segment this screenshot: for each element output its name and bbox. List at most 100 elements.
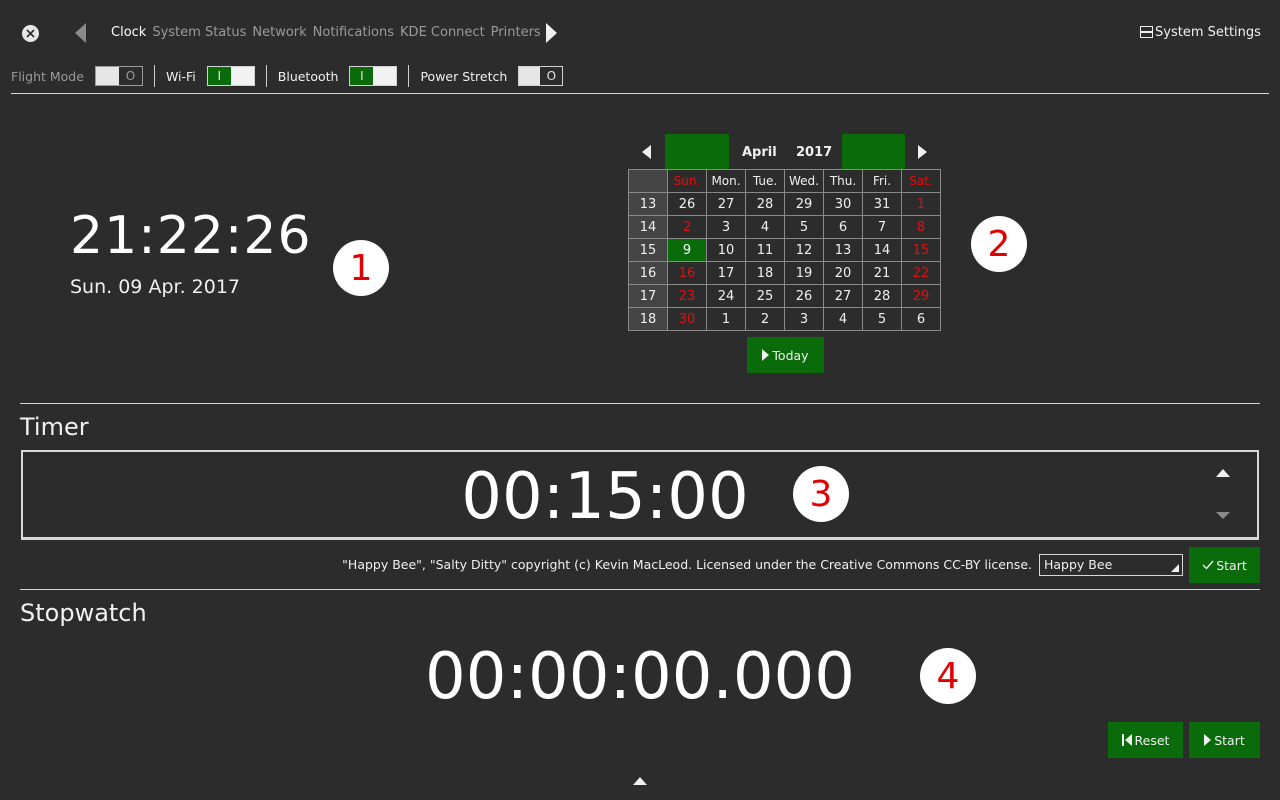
calendar-day[interactable]: 14: [862, 238, 902, 262]
wifi-label: Wi-Fi: [165, 68, 196, 84]
calendar-day[interactable]: 11: [745, 238, 785, 262]
calendar-day[interactable]: 28: [862, 284, 902, 308]
tab-system-status[interactable]: System Status: [152, 25, 246, 40]
tab-notifications[interactable]: Notifications: [313, 25, 394, 40]
calendar-day[interactable]: 4: [823, 307, 863, 331]
song-select[interactable]: Happy Bee: [1039, 554, 1183, 576]
stopwatch-divider: [20, 589, 1260, 590]
calendar-day[interactable]: 21: [862, 261, 902, 285]
tab-kde-connect[interactable]: KDE Connect: [400, 25, 485, 40]
timer-start-label: Start: [1216, 557, 1247, 573]
calendar-day[interactable]: 2: [667, 215, 707, 239]
weekday-mon: Mon.: [706, 169, 746, 193]
calendar-day[interactable]: 29: [901, 284, 941, 308]
next-month-icon[interactable]: [918, 145, 927, 159]
tab-printers[interactable]: Printers: [491, 25, 541, 40]
calendar-grid: Sun. Mon. Tue. Wed. Thu. Fri. Sat. 13 26…: [628, 169, 941, 331]
stopwatch-start-button[interactable]: Start: [1189, 722, 1260, 758]
week-number: 15: [628, 238, 668, 262]
calendar-day[interactable]: 25: [745, 284, 785, 308]
calendar-day[interactable]: 6: [901, 307, 941, 331]
expand-up-icon[interactable]: [633, 777, 647, 785]
calendar-day[interactable]: 30: [667, 307, 707, 331]
calendar-day[interactable]: 13: [823, 238, 863, 262]
calendar-day[interactable]: 10: [706, 238, 746, 262]
previous-month-icon[interactable]: [642, 145, 651, 159]
calendar-day[interactable]: 3: [706, 215, 746, 239]
calendar-day[interactable]: 6: [823, 215, 863, 239]
stopwatch-reset-button[interactable]: Reset: [1108, 722, 1183, 758]
calendar-year[interactable]: 2017: [796, 145, 832, 160]
system-settings-label: System Settings: [1155, 25, 1261, 40]
dropdown-icon: [1171, 564, 1179, 572]
calendar-day[interactable]: 20: [823, 261, 863, 285]
rewind-arrow-icon: [1124, 734, 1132, 746]
tab-network[interactable]: Network: [252, 25, 306, 40]
calendar-day[interactable]: 8: [901, 215, 941, 239]
calendar-day[interactable]: 7: [862, 215, 902, 239]
today-button[interactable]: Today: [747, 337, 824, 373]
clock-time: 21:22:26: [70, 206, 312, 266]
arrow-right-icon[interactable]: [546, 23, 557, 43]
badge-3: 3: [793, 466, 849, 522]
clock-date: Sun. 09 Apr. 2017: [70, 276, 240, 298]
week-number: 14: [628, 215, 668, 239]
calendar-month[interactable]: April: [742, 145, 777, 160]
arrow-up-icon[interactable]: [1216, 469, 1230, 477]
calendar-day[interactable]: 27: [823, 284, 863, 308]
song-select-value: Happy Bee: [1044, 557, 1113, 572]
calendar-day[interactable]: 15: [901, 238, 941, 262]
calendar-day[interactable]: 22: [901, 261, 941, 285]
flight-mode-switch[interactable]: O: [94, 66, 143, 86]
timer-value: 00:15:00: [461, 460, 749, 534]
calendar-day[interactable]: 5: [784, 215, 824, 239]
calendar-day[interactable]: 29: [784, 192, 824, 216]
calendar-day[interactable]: 19: [784, 261, 824, 285]
power-stretch-label: Power Stretch: [420, 68, 508, 84]
calendar-day[interactable]: 5: [862, 307, 902, 331]
badge-4: 4: [920, 648, 976, 704]
calendar-day[interactable]: 26: [667, 192, 707, 216]
year-selector[interactable]: [842, 134, 905, 170]
arrow-left-icon[interactable]: [75, 23, 86, 43]
timer-start-button[interactable]: Start: [1189, 547, 1260, 583]
music-credit: "Happy Bee", "Salty Ditty" copyright (c)…: [342, 557, 1032, 572]
calendar-day[interactable]: 4: [745, 215, 785, 239]
calendar-day[interactable]: 1: [901, 192, 941, 216]
calendar-day[interactable]: 24: [706, 284, 746, 308]
today-label: Today: [772, 347, 809, 363]
system-settings-button[interactable]: System Settings: [1140, 25, 1261, 40]
calendar-week-row: 13 26 27 28 29 30 31 1: [628, 192, 941, 216]
calendar-day[interactable]: 16: [667, 261, 707, 285]
calendar-day[interactable]: 18: [745, 261, 785, 285]
tab-bar: Clock System Status Network Notification…: [111, 25, 541, 40]
badge-2: 2: [971, 216, 1027, 272]
stopwatch-value: 00:00:00.000: [425, 640, 855, 714]
calendar-day[interactable]: 26: [784, 284, 824, 308]
timer-divider: [20, 403, 1260, 404]
week-number: 16: [628, 261, 668, 285]
calendar-day[interactable]: 28: [745, 192, 785, 216]
calendar-day[interactable]: 30: [823, 192, 863, 216]
calendar-day[interactable]: 1: [706, 307, 746, 331]
calendar-day[interactable]: 27: [706, 192, 746, 216]
quick-toggles: Flight Mode O Wi-Fi I Bluetooth I Power …: [11, 65, 564, 87]
wifi-switch[interactable]: I: [206, 66, 255, 86]
flight-mode-label: Flight Mode: [11, 68, 84, 84]
calendar-day[interactable]: 12: [784, 238, 824, 262]
close-icon[interactable]: [22, 25, 39, 42]
tab-clock[interactable]: Clock: [111, 25, 146, 40]
arrow-down-icon[interactable]: [1216, 512, 1230, 519]
month-selector[interactable]: [665, 134, 729, 170]
calendar-day-selected[interactable]: 9: [667, 238, 707, 262]
power-stretch-switch[interactable]: O: [518, 66, 564, 86]
calendar-day[interactable]: 2: [745, 307, 785, 331]
calendar-day[interactable]: 23: [667, 284, 707, 308]
calendar-day[interactable]: 3: [784, 307, 824, 331]
calendar-day[interactable]: 17: [706, 261, 746, 285]
stopwatch-title: Stopwatch: [20, 599, 147, 627]
weekday-wed: Wed.: [784, 169, 824, 193]
weekday-sun: Sun.: [667, 169, 707, 193]
bluetooth-switch[interactable]: I: [349, 66, 398, 86]
calendar-day[interactable]: 31: [862, 192, 902, 216]
